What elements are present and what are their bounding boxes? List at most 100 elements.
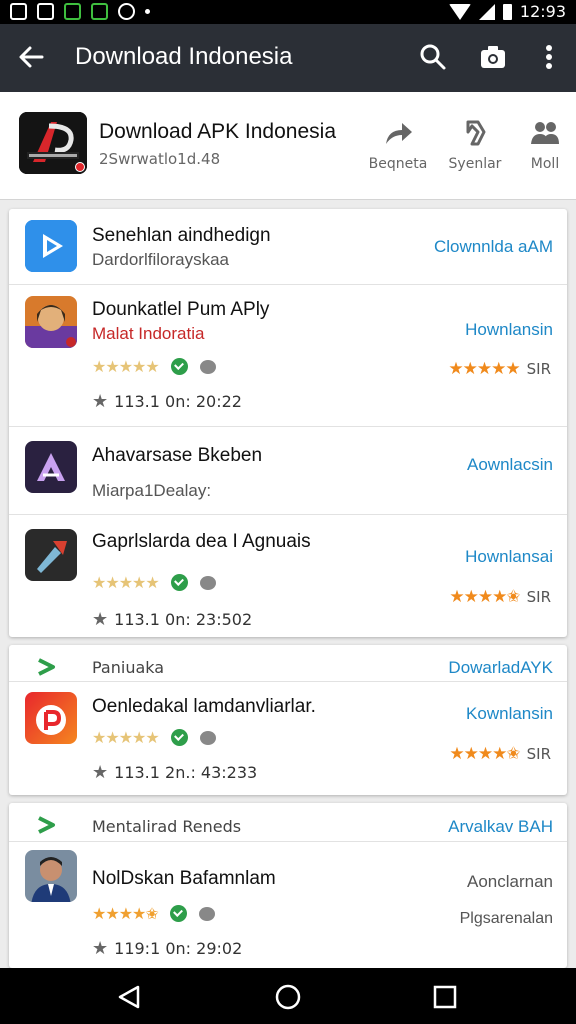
portrait-icon: [25, 296, 77, 348]
download-link[interactable]: Aonclarnan: [467, 872, 553, 892]
status-bar: 12:93: [0, 0, 576, 24]
signal-icon: [478, 3, 495, 20]
app-name: Gaprlslarda dea I Agnuais: [92, 531, 311, 552]
app-size: SIR: [526, 360, 551, 378]
more-vert-icon[interactable]: [534, 42, 564, 72]
app-logo-icon: [19, 112, 87, 174]
app-meta: ★ 119:1 0n: 29:02: [92, 938, 242, 959]
list-item[interactable]: Dounkatlel Pum APly Malat Indoratia Hown…: [9, 285, 567, 427]
search-icon[interactable]: [418, 42, 448, 72]
star-icon: ★★★★★: [92, 728, 160, 747]
star-icon: ★★★★✬: [449, 587, 520, 607]
rating-stars: ★★★★✬: [92, 904, 215, 923]
chat-icon: [199, 575, 216, 590]
app-bar: Download Indonesia: [0, 24, 576, 92]
triangle-a-icon: [25, 441, 77, 493]
app-title: Download APK Indonesia: [99, 120, 336, 143]
rating-right: ★★★★★ SIR: [448, 359, 551, 379]
more-notifications-icon: [145, 9, 150, 14]
app-subtitle: 2Swrwatlo1d.48: [99, 150, 221, 168]
app-size: SIR: [526, 745, 551, 763]
rating-right: ★★★★✬ SIR: [449, 744, 551, 764]
meta-text: 113.1 0n: 20:22: [114, 392, 242, 411]
back-arrow-icon[interactable]: [16, 42, 46, 72]
star-icon: ★★★★★: [92, 357, 160, 376]
meta-text: 119:1 0n: 29:02: [114, 939, 243, 958]
verified-icon: [170, 574, 188, 591]
list-item[interactable]: Senehlan aindhedign Dardorlfilorayskaa C…: [9, 209, 567, 285]
rating-stars: ★★★★★: [92, 728, 216, 747]
app-size: SIR: [526, 588, 551, 606]
shield-icon: [118, 3, 135, 20]
play-small-icon: [38, 816, 55, 834]
app-subtitle: Miarpa1Dealay:: [92, 481, 212, 500]
download-link[interactable]: Hownlansin: [465, 320, 553, 340]
notification-icon: [10, 3, 27, 20]
app-header: Download APK Indonesia 2Swrwatlo1d.48 Be…: [0, 92, 576, 200]
app-section-card: Paniuaka DowarladAYK Oenledakal lamdanvl…: [9, 645, 567, 795]
list-item[interactable]: Ahavarsase Bkeben Miarpa1Dealay: Aownlac…: [9, 427, 567, 515]
people-icon: [531, 122, 559, 144]
rating-stars: ★★★★★: [92, 357, 216, 376]
gallery-icon: [37, 3, 54, 20]
share-button[interactable]: Beqneta: [363, 118, 433, 172]
tool-icon: [25, 529, 77, 581]
list-item[interactable]: Gaprlslarda dea I Agnuais Hownlansai ★★★…: [9, 515, 567, 637]
download-link[interactable]: Kownlansin: [466, 704, 553, 724]
people-label: Moll: [530, 156, 560, 172]
system-nav-bar: [0, 968, 576, 1024]
section-action-link[interactable]: Arvalkav BAH: [448, 817, 553, 837]
link-button[interactable]: Syenlar: [440, 118, 510, 172]
p-logo-icon: [25, 692, 77, 744]
link-label: Syenlar: [448, 156, 502, 172]
app-meta: ★ 113.1 0n: 20:22: [92, 391, 242, 412]
app-name: Ahavarsase Bkeben: [92, 445, 263, 466]
section-title: Mentalirad Reneds: [92, 817, 242, 836]
nav-home-icon[interactable]: [275, 984, 301, 1010]
link-icon: [466, 120, 486, 146]
battery-icon: [502, 3, 512, 20]
app-meta: ★ 113.1 0n: 23:502: [92, 609, 252, 630]
star-icon: ★★★★★: [92, 573, 160, 592]
app-subtitle: Malat Indoratia: [92, 324, 205, 343]
star-icon: ★: [92, 391, 109, 412]
rating-right: ★★★★✬ SIR: [449, 587, 551, 607]
download-link[interactable]: Clownnlda aAM: [434, 237, 553, 257]
app-list-card: Senehlan aindhedign Dardorlfilorayskaa C…: [9, 209, 567, 637]
star-icon: ★★★★✬: [92, 904, 159, 923]
app-section-card: Mentalirad Reneds Arvalkav BAH NolDskan …: [9, 803, 567, 968]
app-subtitle: Dardorlfilorayskaa: [92, 250, 229, 269]
verified-icon: [169, 905, 187, 922]
app-name: Oenledakal lamdanvliarlar.: [92, 696, 316, 717]
rating-stars: ★★★★★: [92, 573, 216, 592]
play-small-icon: [38, 658, 55, 676]
download-link[interactable]: Aownlacsin: [467, 455, 553, 475]
app-name: Senehlan aindhedign: [92, 225, 271, 246]
chat-icon: [199, 359, 216, 374]
chat-icon: [199, 730, 216, 745]
page-title: Download Indonesia: [75, 43, 293, 70]
nav-back-icon[interactable]: [116, 984, 142, 1010]
chat-icon: [198, 906, 215, 921]
secondary-link[interactable]: Plgsarenalan: [460, 910, 553, 928]
verified-icon: [170, 729, 188, 746]
list-item[interactable]: NolDskan Bafamnlam Aonclarnan Plgsarenal…: [9, 841, 567, 968]
section-title: Paniuaka: [92, 658, 165, 677]
play-icon: [25, 220, 77, 272]
list-item[interactable]: Oenledakal lamdanvliarlar. Kownlansin ★★…: [9, 681, 567, 795]
app-notification-icon: [64, 3, 81, 20]
clock: 12:93: [519, 2, 566, 21]
wifi-icon: [448, 3, 471, 20]
star-icon: ★★★★★: [448, 359, 520, 379]
star-icon: ★★★★✬: [449, 744, 520, 764]
download-notification-icon: [91, 3, 108, 20]
nav-recents-icon[interactable]: [432, 984, 458, 1010]
download-link[interactable]: Hownlansai: [465, 547, 553, 567]
app-meta: ★ 113.1 2n.: 43:233: [92, 762, 257, 783]
section-action-link[interactable]: DowarladAYK: [448, 658, 553, 678]
people-button[interactable]: Moll: [510, 118, 576, 172]
meta-text: 113.1 0n: 23:502: [114, 610, 253, 629]
camera-icon[interactable]: [478, 42, 508, 72]
star-icon: ★: [92, 762, 109, 783]
meta-text: 113.1 2n.: 43:233: [114, 763, 258, 782]
